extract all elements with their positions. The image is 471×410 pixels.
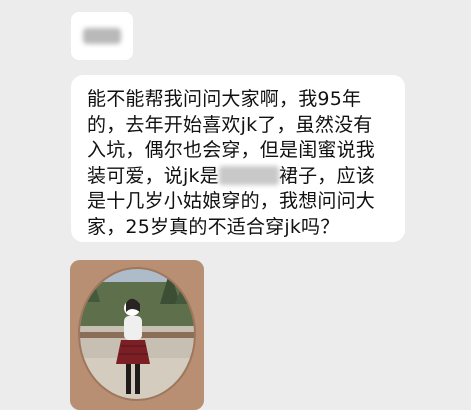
message-bubble[interactable]: 能不能帮我问问大家啊，我95年的，去年开始喜欢jk了，虽然没有入坑，偶尔也会穿，… [71,75,405,242]
photo-message[interactable] [70,260,204,410]
photo-image [70,260,204,410]
redacted-name [83,28,121,44]
sender-name-bubble[interactable] [71,12,133,60]
redacted-word [218,165,279,185]
chat-area: 能不能帮我问问大家啊，我95年的，去年开始喜欢jk了，虽然没有入坑，偶尔也会穿，… [0,0,471,410]
message-text: 能不能帮我问问大家啊，我95年的，去年开始喜欢jk了，虽然没有入坑，偶尔也会穿，… [87,87,389,240]
